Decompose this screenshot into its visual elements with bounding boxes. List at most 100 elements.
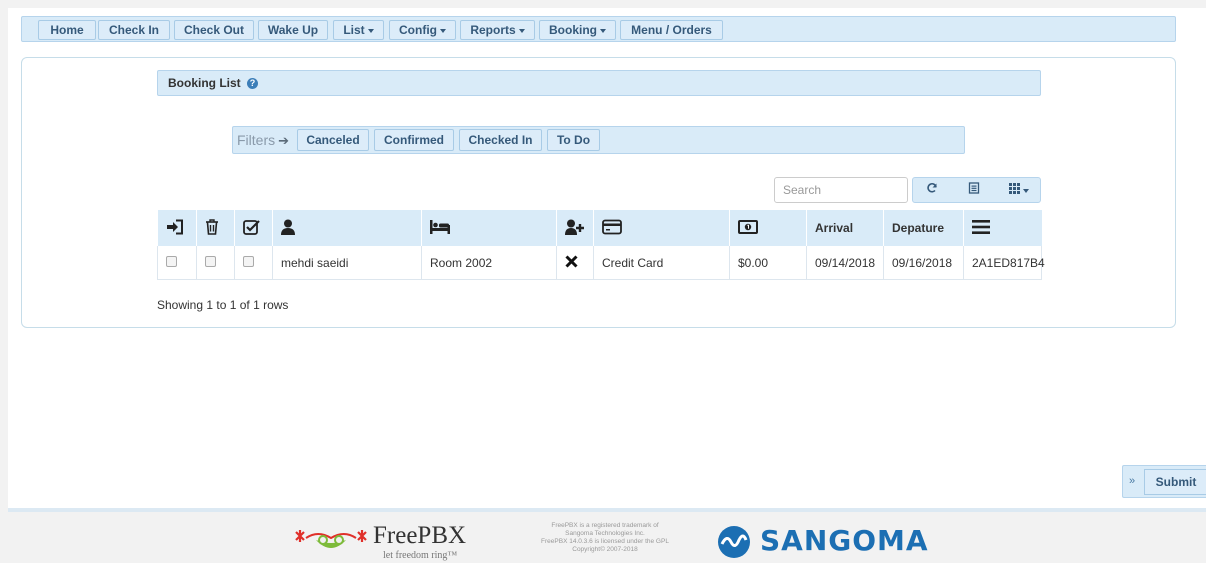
caret-down-icon <box>1023 188 1029 193</box>
legal-line-1: FreePBX is a registered trademark of <box>551 522 659 529</box>
caret-down-icon <box>600 28 606 33</box>
caret-down-icon <box>367 28 374 33</box>
nav-menu-orders-label: Menu / Orders <box>631 23 712 37</box>
confirm-checkbox[interactable] <box>243 255 254 267</box>
filter-confirmed-button[interactable]: Confirmed <box>374 129 454 151</box>
legal-line-4: Copyright© 2007-2018 <box>572 546 638 553</box>
columns-grid-icon <box>1009 183 1020 194</box>
filters-label: Filters ➔ <box>237 132 289 149</box>
add-guest-cell <box>556 246 594 280</box>
trash-icon <box>206 218 218 235</box>
delete-cell <box>196 246 235 280</box>
filter-canceled-button[interactable]: Canceled <box>297 129 369 151</box>
sangoma-logo-text: SANGOMA <box>760 524 929 557</box>
nav-check-out-button[interactable]: Check Out <box>174 20 254 40</box>
panel-title: Booking List <box>168 76 241 90</box>
sangoma-logo-icon <box>718 526 750 558</box>
filter-checked-in-label: Checked In <box>468 133 533 147</box>
hamburger-menu-icon <box>972 219 990 234</box>
nav-check-in-label: Check In <box>108 23 159 37</box>
col-payment-header[interactable] <box>593 210 730 246</box>
nav-list-dropdown[interactable]: List <box>333 20 384 40</box>
table-row: mehdi saeidi Room 2002 Credit Card $0.00… <box>157 246 1045 280</box>
close-icon[interactable] <box>565 254 578 268</box>
nav-config-label: Config <box>399 23 437 37</box>
nav-config-dropdown[interactable]: Config <box>389 20 456 40</box>
nav-reports-label: Reports <box>470 23 516 37</box>
col-checkin-header[interactable] <box>157 210 197 246</box>
arrival-header-label: Arrival <box>815 221 854 235</box>
pagination-info: Showing 1 to 1 of 1 rows <box>157 298 289 312</box>
refresh-icon <box>927 183 937 193</box>
money-icon <box>738 219 758 234</box>
search-input[interactable] <box>774 177 908 203</box>
col-code-header[interactable] <box>963 210 1042 246</box>
col-arrival-header[interactable]: Arrival <box>806 210 884 246</box>
booking-table: Arrival Depature mehdi saeidi Room 2002 … <box>157 210 1045 280</box>
filter-canceled-label: Canceled <box>306 133 360 147</box>
nav-check-in-button[interactable]: Check In <box>98 20 170 40</box>
filters-label-text: Filters <box>237 132 276 148</box>
user-icon <box>281 219 295 235</box>
refresh-button[interactable] <box>913 178 951 202</box>
amount-cell: $0.00 <box>729 246 807 280</box>
submit-button[interactable]: Submit <box>1144 469 1206 495</box>
list-view-icon <box>968 182 980 194</box>
submit-label: Submit <box>1155 475 1197 489</box>
caret-down-icon <box>440 28 446 33</box>
confirm-cell <box>234 246 273 280</box>
nav-home-label: Home <box>50 23 84 37</box>
departure-cell: 09/16/2018 <box>883 246 964 280</box>
col-delete-header[interactable] <box>196 210 235 246</box>
departure-header-label: Depature <box>892 221 945 235</box>
arrow-right-icon: ➔ <box>278 133 290 148</box>
user-plus-icon <box>565 219 584 235</box>
filter-confirmed-label: Confirmed <box>384 133 444 147</box>
code-cell: 2A1ED817B4 <box>963 246 1045 280</box>
nav-home-button[interactable]: Home <box>38 20 96 40</box>
payment-cell: Credit Card <box>593 246 730 280</box>
col-guest-header[interactable] <box>272 210 422 246</box>
arrival-cell: 09/14/2018 <box>806 246 884 280</box>
col-departure-header[interactable]: Depature <box>883 210 964 246</box>
submit-bar: » Submit <box>1122 465 1206 498</box>
top-navbar: Home Check In Check Out Wake Up List Con… <box>21 16 1176 42</box>
col-amount-header[interactable] <box>729 210 807 246</box>
nav-menu-orders-button[interactable]: Menu / Orders <box>620 20 723 40</box>
nav-list-label: List <box>343 23 365 37</box>
sign-in-icon <box>167 219 183 234</box>
filter-checked-in-button[interactable]: Checked In <box>459 129 542 151</box>
nav-booking-dropdown[interactable]: Booking <box>539 20 616 40</box>
check-square-icon <box>243 219 260 235</box>
table-toolbar <box>912 177 1041 203</box>
filter-bar: Filters ➔ Canceled Confirmed Checked In T… <box>232 126 965 154</box>
nav-check-out-label: Check Out <box>183 23 244 37</box>
bed-icon <box>430 219 450 234</box>
col-confirm-header[interactable] <box>234 210 273 246</box>
freepbx-logo-text: FreePBX <box>373 522 467 549</box>
double-chevron-right-icon[interactable]: » <box>1129 475 1135 487</box>
legal-line-2: Sangoma Technologies Inc. <box>565 530 645 537</box>
legal-line-3: FreePBX 14.0.3.6 is licensed under the G… <box>541 538 669 545</box>
legal-notice: FreePBX is a registered trademark of San… <box>520 522 690 554</box>
help-icon[interactable]: ? <box>247 78 259 90</box>
checkin-checkbox[interactable] <box>166 255 177 267</box>
panel-title-bar: Booking List ? <box>157 70 1041 96</box>
columns-dropdown-button[interactable] <box>997 178 1041 202</box>
guest-cell: mehdi saeidi <box>272 246 422 280</box>
nav-reports-dropdown[interactable]: Reports <box>460 20 535 40</box>
checkin-cell <box>157 246 197 280</box>
delete-checkbox[interactable] <box>205 255 216 267</box>
filter-to-do-label: To Do <box>556 133 591 147</box>
freepbx-tagline: let freedom ring™ <box>383 550 458 561</box>
col-room-header[interactable] <box>421 210 557 246</box>
credit-card-icon <box>602 219 622 234</box>
caret-down-icon <box>518 28 525 33</box>
table-header-row: Arrival Depature <box>157 210 1042 246</box>
filter-to-do-button[interactable]: To Do <box>547 129 600 151</box>
footer: FreePBX let freedom ring™ FreePBX is a r… <box>0 512 1206 563</box>
col-add-guest-header[interactable] <box>556 210 594 246</box>
toggle-view-button[interactable] <box>955 178 993 202</box>
nav-wake-up-button[interactable]: Wake Up <box>258 20 328 40</box>
room-cell: Room 2002 <box>421 246 557 280</box>
